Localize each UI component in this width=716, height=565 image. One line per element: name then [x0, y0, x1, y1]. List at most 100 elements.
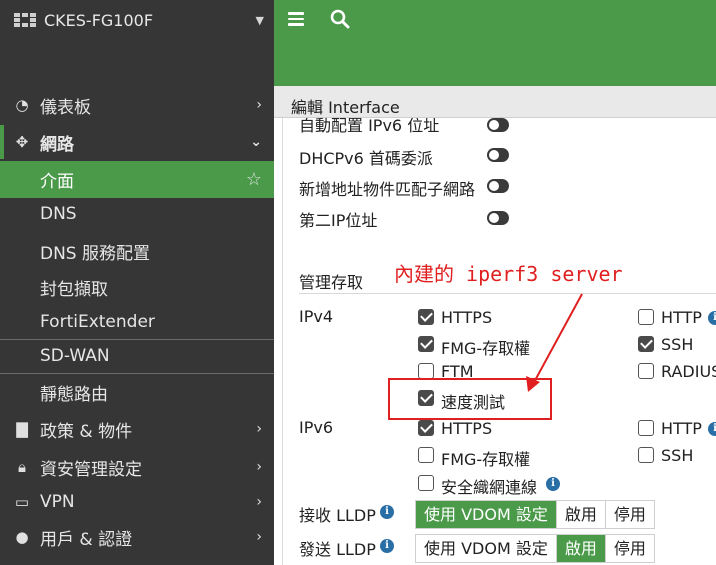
- sidebar-item-label: 網路: [40, 134, 74, 155]
- sidebar-item-dns[interactable]: DNS: [0, 198, 274, 230]
- top-bar: [274, 0, 716, 86]
- sidebar-item-label: 靜態路由: [40, 384, 108, 405]
- chevron-right-icon: ›: [256, 494, 262, 510]
- lock-icon: 🔒︎: [18, 458, 26, 476]
- lldp-receive-enable-option[interactable]: 啟用: [556, 501, 606, 528]
- chevron-right-icon: ›: [256, 529, 262, 545]
- chevron-right-icon: ›: [256, 97, 262, 113]
- laptop-icon: ▭: [14, 493, 30, 511]
- lldp-transmit-enable-option[interactable]: 啟用: [556, 535, 606, 562]
- checkbox-label: FMG-存取權: [441, 339, 531, 358]
- sidebar-item-packet-capture[interactable]: 封包擷取: [0, 270, 274, 304]
- ipv6-fmg-access-checkbox[interactable]: [418, 447, 434, 463]
- auto-ipv6-toggle[interactable]: [487, 118, 509, 132]
- sidebar-item-dns-service[interactable]: DNS 服務配置: [0, 234, 274, 268]
- lldp-transmit-label: 發送 LLDP: [299, 540, 376, 559]
- lldp-receive-vdom-option[interactable]: 使用 VDOM 設定: [416, 501, 557, 528]
- dashboard-icon: ◔: [15, 96, 29, 114]
- address-object-toggle[interactable]: [487, 179, 509, 193]
- checkbox-label: HTTPS: [441, 308, 493, 327]
- device-name: CKES-FG100F: [44, 10, 154, 30]
- chevron-right-icon: ›: [256, 459, 262, 475]
- sidebar-item-sd-wan[interactable]: SD-WAN: [0, 340, 274, 372]
- section-title: 管理存取: [299, 273, 364, 292]
- sidebar-divider: [0, 373, 274, 374]
- breadcrumb: 編輯 Interface: [274, 86, 716, 118]
- lldp-receive-label: 接收 LLDP: [299, 506, 376, 525]
- ipv4-ssh-checkbox[interactable]: [638, 336, 654, 352]
- sidebar-item-label: 用戶 & 認證: [40, 529, 133, 550]
- ipv6-ssh-checkbox[interactable]: [638, 447, 654, 463]
- toggle-label: 新增地址物件匹配子網路: [299, 180, 476, 199]
- checkbox-label: RADIUS: [661, 362, 716, 381]
- lldp-transmit-vdom-option[interactable]: 使用 VDOM 設定: [416, 535, 557, 562]
- edit-interface-form: 自動配置 IPv6 位址 DHCPv6 首碼委派 新增地址物件匹配子網路 第二I…: [274, 118, 716, 565]
- sidebar-item-network[interactable]: ✥ 網路 ⌄: [0, 125, 274, 159]
- sidebar-item-static-routes[interactable]: 靜態路由: [0, 375, 274, 409]
- sidebar-item-fortiextender[interactable]: FortiExtender: [0, 306, 274, 338]
- info-icon[interactable]: i: [546, 477, 560, 491]
- ipv6-fabric-connection-checkbox[interactable]: [418, 475, 434, 491]
- info-icon[interactable]: i: [708, 422, 716, 436]
- info-icon[interactable]: i: [380, 539, 394, 553]
- section-divider: [299, 293, 716, 294]
- toggle-label: DHCPv6 首碼委派: [299, 149, 433, 168]
- fortinet-logo-icon: [14, 13, 36, 27]
- checkbox-label: SSH: [661, 446, 694, 465]
- lldp-transmit-disable-option[interactable]: 停用: [605, 535, 654, 562]
- info-icon[interactable]: i: [380, 505, 394, 519]
- hamburger-menu-icon[interactable]: [288, 12, 304, 26]
- sidebar-item-label: FortiExtender: [40, 312, 155, 332]
- checkbox-label: HTTPS: [441, 419, 493, 438]
- checkbox-label: HTTP: [661, 419, 702, 438]
- annotation-box: [388, 378, 552, 420]
- ipv4-radius-checkbox[interactable]: [638, 363, 654, 379]
- sidebar-item-label: SD-WAN: [40, 346, 110, 366]
- ipv4-fmg-access-checkbox[interactable]: [418, 336, 434, 352]
- sidebar-item-label: VPN: [40, 492, 75, 512]
- sidebar-item-label: 政策 & 物件: [40, 421, 133, 442]
- dhcpv6-prefix-toggle[interactable]: [487, 148, 509, 162]
- ipv4-label: IPv4: [299, 307, 334, 326]
- ipv4-https-checkbox[interactable]: [418, 309, 434, 325]
- sidebar-item-label: 封包擷取: [40, 279, 108, 300]
- toggle-label: 自動配置 IPv6 位址: [299, 118, 440, 135]
- sidebar-item-dashboard[interactable]: ◔ 儀表板 ›: [0, 88, 274, 122]
- secondary-ip-toggle[interactable]: [487, 211, 509, 225]
- chevron-down-icon: ⌄: [250, 134, 262, 150]
- sidebar-item-user-auth[interactable]: ● 用戶 & 認證 ›: [0, 520, 274, 554]
- sidebar-item-interfaces[interactable]: 介面 ☆: [0, 161, 274, 198]
- caret-down-icon: ▼: [255, 13, 264, 27]
- toggle-label: 第二IP位址: [299, 211, 378, 230]
- policy-icon: ▇: [16, 420, 28, 438]
- ipv6-label: IPv6: [299, 418, 334, 437]
- sidebar-item-label: 儀表板: [40, 97, 91, 118]
- lldp-transmit-selector: 使用 VDOM 設定 啟用 停用: [415, 534, 655, 563]
- sidebar-item-label: 資安管理設定: [40, 459, 142, 480]
- network-icon: ✥: [15, 133, 29, 151]
- sidebar-item-label: DNS 服務配置: [40, 243, 151, 264]
- sidebar-item-label: DNS: [40, 204, 77, 224]
- ipv6-http-checkbox[interactable]: [638, 420, 654, 436]
- checkbox-label: SSH: [661, 335, 694, 354]
- lldp-receive-selector: 使用 VDOM 設定 啟用 停用: [415, 500, 655, 529]
- checkbox-label: 安全織網連線: [441, 478, 538, 497]
- ipv6-https-checkbox[interactable]: [418, 420, 434, 436]
- search-icon[interactable]: [330, 9, 350, 29]
- chevron-right-icon: ›: [256, 421, 262, 437]
- device-selector[interactable]: CKES-FG100F ▼: [0, 0, 274, 40]
- checkbox-label: HTTP: [661, 308, 702, 327]
- sidebar: CKES-FG100F ▼ ◔ 儀表板 › ✥ 網路 ⌄ 介面 ☆ DNS DN…: [0, 0, 274, 565]
- annotation-text: 內建的 iperf3 server: [394, 262, 623, 286]
- checkbox-label: FMG-存取權: [441, 450, 531, 469]
- info-icon[interactable]: i: [708, 311, 716, 325]
- ipv4-http-checkbox[interactable]: [638, 309, 654, 325]
- ipv4-ftm-checkbox[interactable]: [418, 363, 434, 379]
- page-title: 編輯 Interface: [291, 98, 400, 117]
- star-icon[interactable]: ☆: [246, 169, 262, 190]
- sidebar-item-vpn[interactable]: ▭ VPN ›: [0, 485, 274, 519]
- user-icon: ●: [15, 528, 29, 546]
- sidebar-item-policy-objects[interactable]: ▇ 政策 & 物件 ›: [0, 412, 274, 446]
- lldp-receive-disable-option[interactable]: 停用: [605, 501, 654, 528]
- sidebar-item-security-profiles[interactable]: 🔒︎ 資安管理設定 ›: [0, 450, 274, 484]
